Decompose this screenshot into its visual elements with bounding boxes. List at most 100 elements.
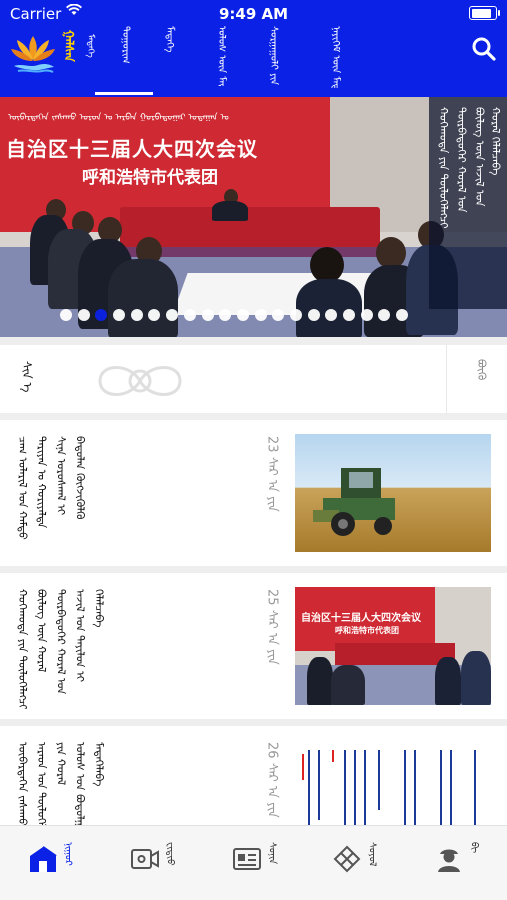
brand-name: ᠭᠠᠯᠰᠠᠨ — [62, 30, 77, 62]
carousel-dot[interactable] — [236, 309, 249, 321]
thumb-person — [461, 651, 491, 705]
caption-line: ᠬᠣᠬᠡᠬᠣᠲᠠ ᠶᠢᠨ ᠲᠥᠯᠥᠭᠡᠯᠡᠭᠴᠢ — [437, 107, 451, 229]
nav-tab-3[interactable]: ᠤᠯᠤᠰ ᠦᠨ ᠮᠡᠳᠡᠭᠡ — [216, 26, 227, 88]
title-column: ᠥᠪᠡᠷᠲᠡᠭᠡᠨ ᠵᠠᠰᠠᠬᠤ ᠣᠷᠤᠨ ᠤ — [16, 742, 29, 838]
carousel-dot[interactable] — [60, 309, 72, 321]
carousel-dot[interactable] — [360, 309, 373, 321]
title-column: ᠮᠡᠳᠡᠭᠡᠯᠡᠪᠡ — [92, 742, 105, 787]
banner-caption: ᠬᠣᠬᠡᠬᠣᠲᠠ ᠶᠢᠨ ᠲᠥᠯᠥᠭᠡᠯᠡᠭᠴᠢ ᠳᠥᠷᠪᠡᠳᠦᠭᠡᠷ ᠬᠤᠷᠠ… — [429, 97, 507, 309]
carousel-pagination[interactable] — [60, 309, 414, 323]
carousel-dot[interactable] — [113, 309, 126, 321]
title-column: ᠪᠦᠯᠦᠭ ᠦᠨ ᠬᠤᠷᠠᠯ — [35, 589, 48, 673]
carousel-dot[interactable] — [396, 309, 409, 321]
carousel-dot[interactable] — [272, 309, 285, 321]
carousel-dot[interactable] — [378, 309, 391, 321]
section-more-link[interactable]: ᠪᠦᠬᠦ — [475, 359, 488, 380]
title-column: ᠬᠣᠬᠡᠬᠣᠲᠠ ᠶᠢᠨ ᠲᠥᠯᠥᠭᠡᠯᠡᠭᠴᠢ — [16, 589, 29, 709]
thumb-person — [331, 665, 365, 705]
news-thumbnail-harvester — [295, 434, 491, 552]
brand-subtitle: ᠮᠡᠳᠡᠭᠡ — [84, 34, 95, 58]
news-card-title: ᠬᠣᠬᠡᠬᠣᠲᠠ ᠶᠢᠨ ᠲᠥᠯᠥᠭᠡᠯᠡᠭᠴᠢ ᠪᠦᠯᠦᠭ ᠦᠨ ᠬᠤᠷᠠᠯ … — [16, 589, 111, 709]
nav-tab-1[interactable]: ᠲᠤᠭᠤᠷᠢᠭ — [120, 26, 131, 88]
top-header: Carrier 9:49 AM ᠭᠠᠯᠰᠠᠨ ᠮᠡᠳᠡᠭᠡ ᠲᠤᠭᠤᠷᠢᠭ ᠮᠡ… — [0, 0, 507, 97]
person-head — [310, 247, 344, 283]
status-bar: Carrier 9:49 AM — [0, 0, 507, 28]
thumb-person — [307, 657, 333, 705]
news-thumbnail-meeting: 自治区十三届人大四次会议 呼和浩特市代表团 — [295, 587, 491, 705]
nav-tab-5[interactable]: ᠨᠡᠶᠢᠭᠡᠮ ᠦᠨ ᠮᠡᠳᠡᠭᠡ — [330, 26, 341, 88]
title-column: ᠠᠵᠢᠯ ᠤᠨ ᠲᠠᠶᠢᠯᠤᠨ ᠢ — [73, 589, 86, 683]
person — [212, 201, 248, 221]
user-icon — [438, 849, 460, 872]
date-month: ᠰᠠᠷ ᠠ ᠶᠢᠨ — [264, 762, 280, 818]
date-month: ᠰᠠᠷ ᠠ ᠶᠢᠨ — [264, 609, 280, 665]
tab-label: ᠰᠣᠶᠣᠯ — [366, 842, 378, 867]
combine-harvester-icon — [313, 468, 395, 536]
thumb-person — [435, 657, 461, 705]
nav-tab-4[interactable]: ᠰᠤᠷᠭᠠᠭᠤᠯᠢ ᠶᠢᠨ ᠮᠡᠳᠡᠭᠡ — [268, 26, 279, 88]
caption-line: ᠬᠤᠷᠠᠯ ᠬᠡᠯᠡᠯᠴᠡᠪᠡ — [489, 107, 503, 176]
carousel-dot[interactable] — [77, 309, 90, 321]
news-card[interactable]: ᠥᠪᠡᠷᠲᠡᠭᠡᠨ ᠵᠠᠰᠠᠬᠤ ᠣᠷᠤᠨ ᠤ ᠠᠷᠠᠳ ᠤᠨ ᠲᠥᠯᠥᠭᠡᠯᠡ… — [0, 726, 507, 841]
date-day: 25 — [264, 589, 280, 606]
carousel-dot[interactable] — [307, 309, 320, 321]
thumb-banner-line-2: 呼和浩特市代表团 — [335, 625, 399, 635]
carousel-dot[interactable] — [201, 309, 214, 321]
title-column: ᠳᠥᠷᠪᠡᠳᠦᠭᠡᠷ ᠬᠤᠷᠠᠯ ᠤᠨ — [54, 589, 67, 695]
thumb-banner-line-1: 自治区十三届人大四次会议 — [301, 613, 421, 624]
thumb-table — [335, 643, 455, 665]
carousel-dot[interactable] — [148, 309, 161, 321]
nav-tab-2[interactable]: ᠮᠡᠳᠡᠭᠡ — [164, 26, 175, 88]
battery-icon — [469, 6, 500, 20]
lotus-logo-icon[interactable] — [8, 30, 58, 76]
home-icon — [30, 846, 57, 872]
knot-watermark-icon — [98, 366, 182, 396]
news-card-title: ᠴᠠᠭ ᠤᠯᠠᠷᠢᠯ ᠤᠨ ᠬᠠᠮᠲᠤ ᠲᠠᠷᠢᠶᠠᠨ ᠤ ᠬᠤᠷᠢᠶᠠᠯᠲᠠ … — [16, 436, 92, 556]
carousel-dot[interactable] — [166, 309, 179, 321]
carousel-dot[interactable] — [183, 309, 196, 321]
news-card-title: ᠥᠪᠡᠷᠲᠡᠭᠡᠨ ᠵᠠᠰᠠᠬᠤ ᠣᠷᠤᠨ ᠤ ᠠᠷᠠᠳ ᠤᠨ ᠲᠥᠯᠥᠭᠡᠯᠡ… — [16, 742, 111, 838]
news-card-date: 23 ᠰᠠᠷ ᠠ ᠶᠢᠨ — [264, 436, 280, 512]
banner-carousel[interactable]: ᠥᠪᠡᠷᠲᠡᠭᠡᠨ ᠵᠠᠰᠠᠬᠤ ᠣᠷᠤᠨ ᠤ ᠠᠷᠪᠠᠨ ᠭᠤᠷᠪᠠᠳᠤᠭᠠᠷ… — [0, 97, 507, 337]
newspaper-icon — [233, 848, 261, 870]
bottom-tab-bar: ᠨᠢᠭᠤᠷ ᠸᠢᠳᠢᠣ ᠰᠣᠨᠢᠨ ᠰᠣᠶᠣᠯ ᠪᠢ — [0, 825, 507, 900]
news-card-date: 26 ᠰᠠᠷ ᠠ ᠶᠢᠨ — [264, 742, 280, 818]
nav-active-indicator — [95, 92, 153, 95]
carousel-dot[interactable] — [343, 309, 355, 321]
tab-label: ᠨᠢᠭᠤᠷ — [62, 842, 74, 866]
divider — [446, 345, 447, 413]
tab-label: ᠸᠢᠳᠢᠣ — [164, 842, 176, 866]
carousel-dot[interactable] — [254, 309, 267, 321]
title-column: ᠶᠢᠨ ᠬᠤᠷᠠᠯ — [54, 742, 67, 786]
nav-tab-label: ᠮᠡᠳᠡᠭᠡ — [164, 26, 175, 53]
nav-tab-label: ᠲᠤᠭᠤᠷᠢᠭ — [120, 26, 131, 64]
banner-line-1: 自治区十三届人大四次会议 — [6, 137, 258, 161]
news-card-date: 25 ᠰᠠᠷ ᠠ ᠶᠢᠨ — [264, 589, 280, 665]
section-header[interactable]: ᠰᠢᠨ ᠡ ᠪᠦᠬᠦ — [0, 345, 507, 413]
section-title: ᠰᠢᠨ ᠡ — [20, 361, 35, 393]
search-icon[interactable] — [471, 36, 497, 62]
title-column: ᠪᠠᠲᠤᠯᠠᠨ ᠬᠥᠭᠵᠢᠭᠦᠯᠬᠦ — [73, 436, 86, 520]
carousel-dot[interactable] — [95, 309, 108, 321]
person — [296, 279, 362, 337]
date-day: 26 — [264, 742, 280, 759]
title-column: ᠠᠷᠠᠳ ᠤᠨ ᠲᠥᠯᠥᠭᠡᠯᠡᠭᠴᠢ — [35, 742, 48, 838]
battery-fill — [471, 8, 491, 18]
caption-line: ᠳᠥᠷᠪᠡᠳᠦᠭᠡᠷ ᠬᠤᠷᠠᠯ ᠤᠨ — [455, 107, 469, 213]
news-card[interactable]: ᠬᠣᠬᠡᠬᠣᠲᠠ ᠶᠢᠨ ᠲᠥᠯᠥᠭᠡᠯᠡᠭᠴᠢ ᠪᠦᠯᠦᠭ ᠦᠨ ᠬᠤᠷᠠᠯ … — [0, 573, 507, 719]
carousel-dot[interactable] — [219, 309, 232, 321]
news-card[interactable]: ᠴᠠᠭ ᠤᠯᠠᠷᠢᠯ ᠤᠨ ᠬᠠᠮᠲᠤ ᠲᠠᠷᠢᠶᠠᠨ ᠤ ᠬᠤᠷᠢᠶᠠᠯᠲᠠ … — [0, 420, 507, 566]
carousel-dot[interactable] — [130, 309, 143, 321]
knot-icon — [333, 845, 361, 873]
nav-tab-label: ᠰᠤᠷᠭᠠᠭᠤᠯᠢ ᠶᠢᠨ ᠮᠡᠳᠡᠭᠡ — [268, 26, 279, 88]
status-time: 9:49 AM — [218, 5, 289, 23]
video-icon — [131, 849, 159, 869]
banner-mongolian-line: ᠥᠪᠡᠷᠲᠡᠭᠡᠨ ᠵᠠᠰᠠᠬᠤ ᠣᠷᠤᠨ ᠤ ᠠᠷᠪᠠᠨ ᠭᠤᠷᠪᠠᠳᠤᠭᠠᠷ… — [8, 113, 229, 121]
carousel-dot[interactable] — [325, 309, 338, 321]
caption-line: ᠪᠦᠯᠦᠭ ᠦᠨ ᠠᠵᠢᠯ ᠤᠨ — [473, 107, 487, 207]
carousel-dot[interactable] — [289, 309, 302, 321]
nav-tab-label: ᠤᠯᠤᠰ ᠦᠨ ᠮᠡᠳᠡᠭᠡ — [216, 26, 227, 86]
tab-label: ᠰᠣᠨᠢᠨ — [266, 842, 278, 865]
title-column: ᠬᠡᠯᠡᠯᠴᠡᠪᠡ — [92, 589, 105, 628]
date-day: 23 — [264, 436, 280, 453]
